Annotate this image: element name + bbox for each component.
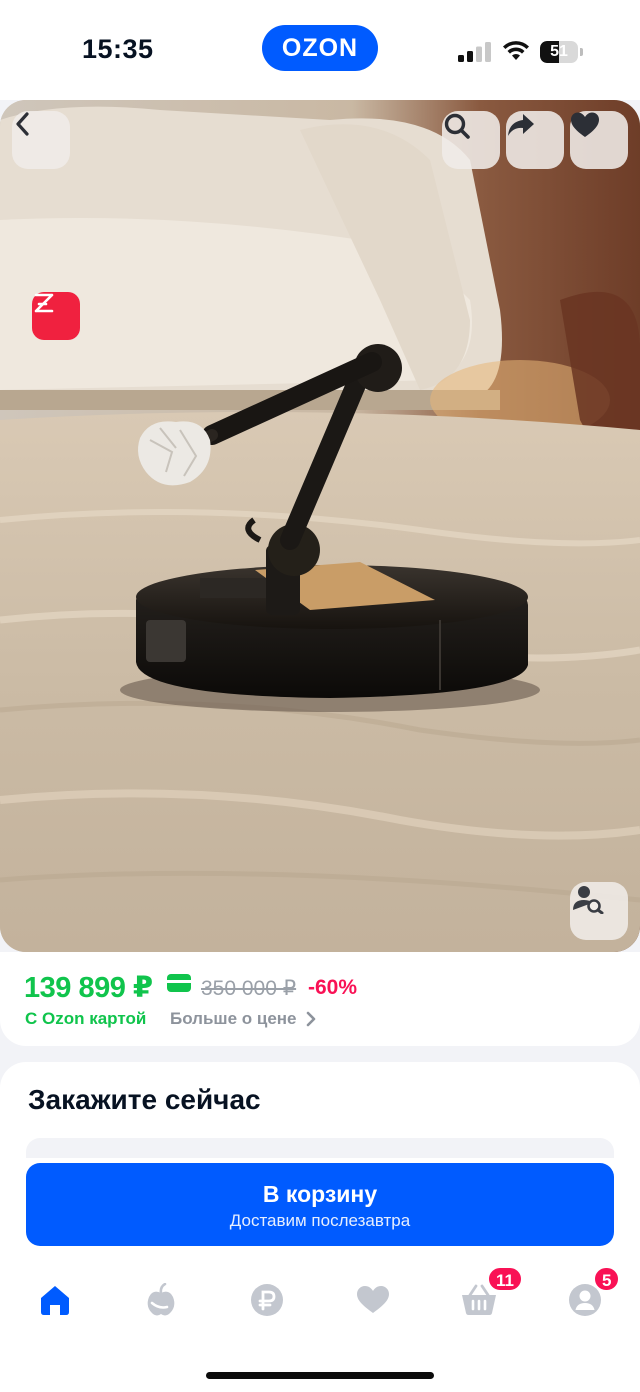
profile-notification-badge: 5 [593, 1266, 621, 1292]
back-button[interactable] [12, 111, 70, 169]
home-indicator [206, 1372, 434, 1379]
discount-badge: -60% [308, 976, 358, 999]
ozon-logo: OZON [262, 25, 378, 71]
status-bar: 15:35 OZON 51 [0, 0, 640, 100]
share-button[interactable] [506, 111, 564, 169]
chevron-right-icon[interactable] [305, 1011, 317, 1027]
visual-search-button[interactable] [570, 882, 628, 940]
home-icon [41, 1286, 69, 1315]
wifi-icon [503, 41, 529, 60]
battery-body: 51 [540, 41, 578, 63]
favorite-button[interactable] [570, 111, 628, 169]
share-arrow-icon [508, 114, 534, 136]
delivery-date-label: Доставим послезавтра [229, 1211, 411, 1230]
product-photo [0, 100, 640, 952]
search-button[interactable] [442, 111, 500, 169]
price-with-ozon-card: 139 899 ₽ [24, 972, 153, 1004]
cart-count-badge: 11 [487, 1266, 523, 1292]
z-logo-icon [34, 293, 54, 313]
heart-icon [571, 112, 599, 137]
fresh-icon [147, 1283, 175, 1316]
tab-fresh[interactable] [131, 1280, 191, 1320]
ozon-card-label: С Ozon картой [25, 1009, 147, 1028]
search-icon [444, 113, 470, 139]
brand-badge [32, 292, 80, 340]
favorites-icon [357, 1286, 389, 1313]
product-image-gallery[interactable] [0, 100, 640, 952]
price-section: 139 899 ₽ 350 000 ₽ -60% С Ozon картой Б… [0, 952, 640, 1046]
add-to-cart-button[interactable]: В корзину Доставим послезавтра [26, 1163, 614, 1246]
tab-home[interactable] [25, 1280, 85, 1320]
tab-favorites[interactable] [343, 1280, 403, 1320]
delivery-options-card [26, 1138, 614, 1158]
image-search-icon [573, 886, 604, 914]
order-title: Закажите сейчас [28, 1084, 261, 1115]
battery-indicator: 51 [540, 41, 584, 63]
tab-finance[interactable] [237, 1280, 297, 1320]
more-about-price-link[interactable]: Больше о цене [170, 1009, 297, 1029]
cellular-signal-icon [458, 42, 491, 62]
old-price: 350 000 ₽ [201, 977, 297, 1000]
battery-cap [580, 48, 583, 56]
battery-percent: 51 [550, 43, 568, 60]
tab-profile[interactable]: 5 [555, 1266, 621, 1320]
add-to-cart-label: В корзину [262, 1181, 378, 1207]
product-screen: 15:35 OZON 51 139 899 ₽ 350 000 ₽ -60% С… [0, 0, 640, 1392]
chevron-left-icon [16, 112, 29, 136]
tab-cart[interactable]: 11 [449, 1266, 523, 1320]
ozon-card-icon [167, 974, 191, 992]
ruble-icon [251, 1284, 283, 1316]
status-time: 15:35 [82, 34, 154, 64]
